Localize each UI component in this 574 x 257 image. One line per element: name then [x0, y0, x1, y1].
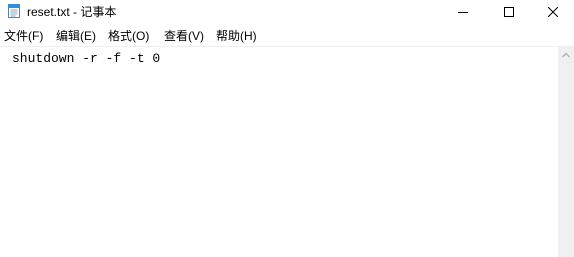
- close-icon: [548, 7, 558, 17]
- window-title: reset.txt - 记事本: [27, 5, 117, 19]
- menu-edit[interactable]: 编辑(E): [56, 28, 96, 44]
- scroll-up-button[interactable]: [558, 46, 574, 62]
- title-bar[interactable]: reset.txt - 记事本: [0, 0, 574, 24]
- vertical-scrollbar[interactable]: [558, 46, 574, 257]
- minimize-icon: [458, 7, 468, 17]
- menu-view[interactable]: 查看(V): [164, 28, 204, 44]
- notepad-window: reset.txt - 记事本 文件(F) 编辑(E) 格式(O) 查看(V) …: [0, 0, 574, 257]
- notepad-icon[interactable]: [6, 3, 22, 19]
- chevron-up-icon: [562, 45, 570, 63]
- editor-content[interactable]: shutdown -r -f -t 0: [12, 51, 160, 67]
- menu-bar: 文件(F) 编辑(E) 格式(O) 查看(V) 帮助(H): [0, 26, 574, 46]
- minimize-button[interactable]: [440, 0, 486, 24]
- maximize-button[interactable]: [486, 0, 532, 24]
- menu-format[interactable]: 格式(O): [108, 28, 149, 44]
- maximize-icon: [504, 7, 514, 17]
- text-editor[interactable]: shutdown -r -f -t 0: [0, 46, 558, 257]
- menu-file[interactable]: 文件(F): [4, 28, 43, 44]
- close-button[interactable]: [530, 0, 574, 24]
- menu-help[interactable]: 帮助(H): [216, 28, 257, 44]
